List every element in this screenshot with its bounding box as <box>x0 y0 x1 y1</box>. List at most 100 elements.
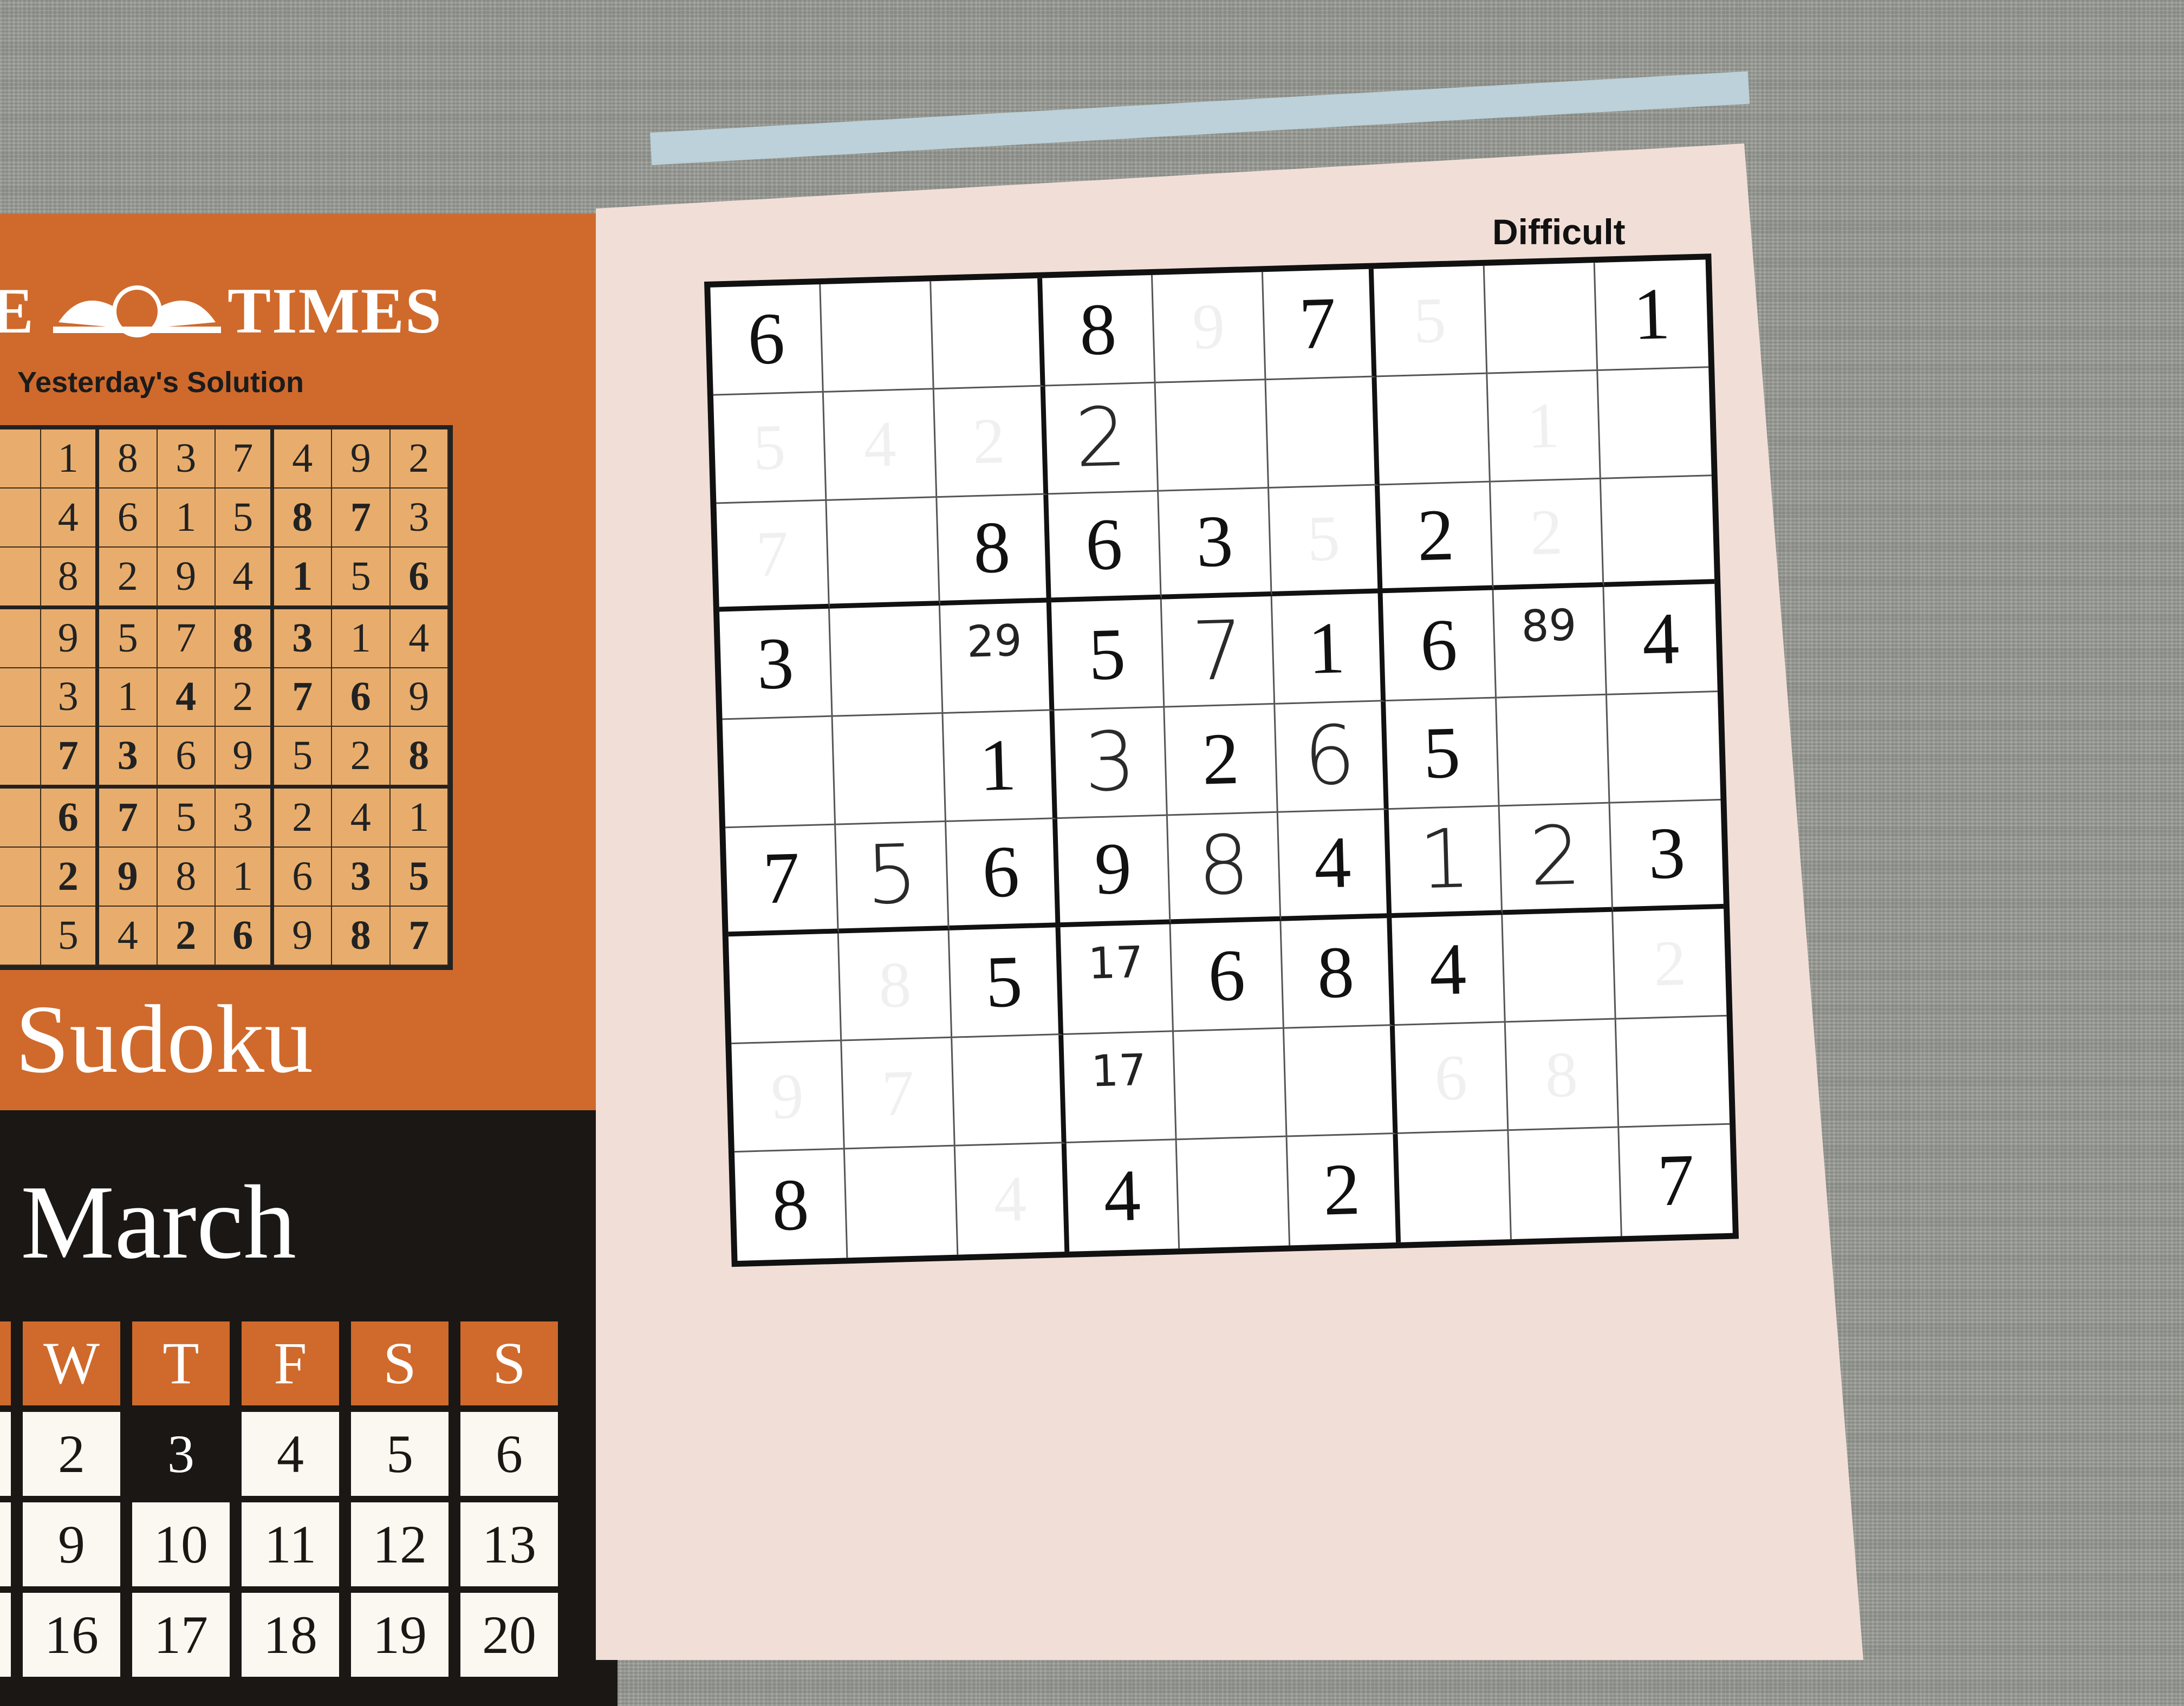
sudoku-cell-handwritten: 7 <box>1161 596 1276 708</box>
solution-cell: 6 <box>157 727 216 789</box>
sudoku-cell-given: 6 <box>1382 590 1497 702</box>
solution-cell: 9 <box>216 727 274 789</box>
crest-icon <box>53 285 221 337</box>
sudoku-cell-empty <box>830 605 944 717</box>
sudoku-cell-empty <box>1616 1017 1730 1128</box>
solution-cell: 3 <box>157 429 216 489</box>
sudoku-cell-erased: 8 <box>838 930 953 1041</box>
solution-cell: 1 <box>274 547 332 609</box>
sudoku-cell-erased: 6 <box>1395 1023 1509 1135</box>
sudoku-cell-given: 8 <box>1281 917 1395 1030</box>
solution-cell: 5 <box>274 727 332 789</box>
solution-cell: 5 <box>390 848 448 907</box>
calendar-day: 3 <box>132 1412 230 1496</box>
sudoku-cell-empty <box>931 278 1045 389</box>
sudoku-cell-erased: 4 <box>955 1143 1069 1255</box>
sudoku-cell-empty <box>1155 380 1270 492</box>
sudoku-cell-handwritten: 8 <box>1167 812 1282 924</box>
yesterdays-solution-label: Yesterday's Solution <box>17 366 304 399</box>
solution-cell: 5 <box>99 609 158 668</box>
solution-cell: 2 <box>274 789 332 848</box>
sudoku-cell-empty <box>1502 911 1616 1023</box>
solution-cell: 3 <box>390 488 448 548</box>
sudoku-cell-given: 6 <box>710 284 824 396</box>
solution-cell: 5 <box>157 789 216 848</box>
solution-cell: 9 <box>157 547 216 609</box>
sudoku-cell-given: 1 <box>1595 259 1709 371</box>
yesterdays-solution-grid: 1837492461587382941569578314314276973695… <box>0 425 453 970</box>
solution-cell: 3 <box>332 848 391 907</box>
sudoku-cell-empty <box>1484 263 1598 374</box>
sudoku-cell-pencil-note: 29 <box>940 602 1055 714</box>
solution-cell: 1 <box>99 668 158 727</box>
masthead-right-text: TIMES <box>227 275 443 347</box>
sudoku-cell-empty <box>821 281 935 393</box>
calendar-weekday-header: W <box>23 1321 120 1405</box>
sudoku-cell-erased: 4 <box>824 389 938 501</box>
solution-cell <box>0 609 41 668</box>
sudoku-cell-empty <box>833 714 947 825</box>
calendar-weekday-header: S <box>351 1321 448 1405</box>
calendar-weekday-header: S <box>460 1321 558 1405</box>
sudoku-cell-erased: 2 <box>1490 479 1604 590</box>
solution-cell: 8 <box>157 848 216 907</box>
sudoku-cell-erased: 5 <box>713 392 827 504</box>
sudoku-cell-given: 3 <box>1159 488 1272 600</box>
solution-cell: 3 <box>41 668 99 727</box>
calendar-panel: March W T F S S 2 3 4 5 6 9 10 11 12 13 16 17 18 19 20 <box>0 1110 618 1706</box>
page-stack-edge <box>650 71 1750 165</box>
solution-cell <box>0 848 41 907</box>
solution-cell: 1 <box>216 848 274 907</box>
sudoku-cell-pencil-note: 89 <box>1493 587 1607 699</box>
solution-cell: 8 <box>99 429 158 489</box>
sudoku-grid: 6 8 9 7 5 1 5 4 2 2 1 7 8 6 3 5 2 2 3 29 5 7 1 6 89 4 1 3 2 6 5 7 5 6 9 8 4 1… <box>704 253 1739 1267</box>
solution-cell: 5 <box>332 547 391 609</box>
solution-cell <box>0 488 41 548</box>
sudoku-cell-given: 7 <box>1656 1139 1695 1222</box>
solution-cell: 7 <box>390 907 448 966</box>
sudoku-cell-given: 7 <box>1263 269 1377 380</box>
sudoku-cell-empty <box>1601 476 1715 588</box>
solution-cell: 1 <box>41 429 99 489</box>
sudoku-cell-handwritten: 1 <box>1389 806 1503 918</box>
sudoku-cell-given: 4 <box>1278 809 1392 921</box>
sudoku-cell-given: 4 <box>1392 914 1506 1026</box>
sudoku-cell-given: 1 <box>1272 593 1386 705</box>
sudoku-cell-given: 8 <box>734 1149 848 1261</box>
solution-cell: 6 <box>332 668 391 727</box>
sudoku-cell-empty <box>1496 695 1610 807</box>
solution-cell <box>0 429 41 489</box>
solution-cell: 7 <box>274 668 332 727</box>
solution-cell: 1 <box>332 609 391 668</box>
solution-cell: 9 <box>41 609 99 668</box>
sudoku-cell-given: 8 <box>1042 275 1156 387</box>
solution-cell: 2 <box>41 848 99 907</box>
calendar-day <box>0 1502 11 1586</box>
solution-cell: 9 <box>390 668 448 727</box>
solution-cell: 4 <box>157 668 216 727</box>
sudoku-cell-erased: 2 <box>1613 908 1727 1020</box>
solution-cell <box>0 727 41 789</box>
calendar-day: 9 <box>23 1502 120 1586</box>
calendar-day: 2 <box>23 1412 120 1496</box>
solution-cell: 8 <box>216 609 274 668</box>
calendar-day: 4 <box>242 1412 339 1496</box>
calendar-grid: W T F S S 2 3 4 5 6 9 10 11 12 13 16 17 18 19 20 <box>0 1321 558 1677</box>
sudoku-cell-empty <box>1607 692 1721 804</box>
sudoku-cell-given: 4 <box>1066 1140 1180 1252</box>
sudoku-cell-handwritten: 3 <box>1054 707 1168 819</box>
sudoku-cell-empty <box>1266 377 1380 489</box>
solution-cell <box>0 907 41 966</box>
solution-cell: 1 <box>390 789 448 848</box>
solution-cell: 1 <box>157 488 216 548</box>
solution-cell: 2 <box>332 727 391 789</box>
sudoku-cell-given: 7 <box>725 825 839 936</box>
sudoku-cell-given: 1 <box>943 711 1057 822</box>
sudoku-cell-erased: 9 <box>1152 272 1266 383</box>
sudoku-cell-empty <box>1598 368 1712 479</box>
solution-cell: 4 <box>274 429 332 489</box>
solution-cell: 7 <box>332 488 391 548</box>
sudoku-cell-pencil-note: 17 <box>1060 924 1174 1036</box>
sudoku-cell-empty <box>1176 1137 1291 1249</box>
sudoku-cell-given: 4 <box>1604 584 1718 695</box>
